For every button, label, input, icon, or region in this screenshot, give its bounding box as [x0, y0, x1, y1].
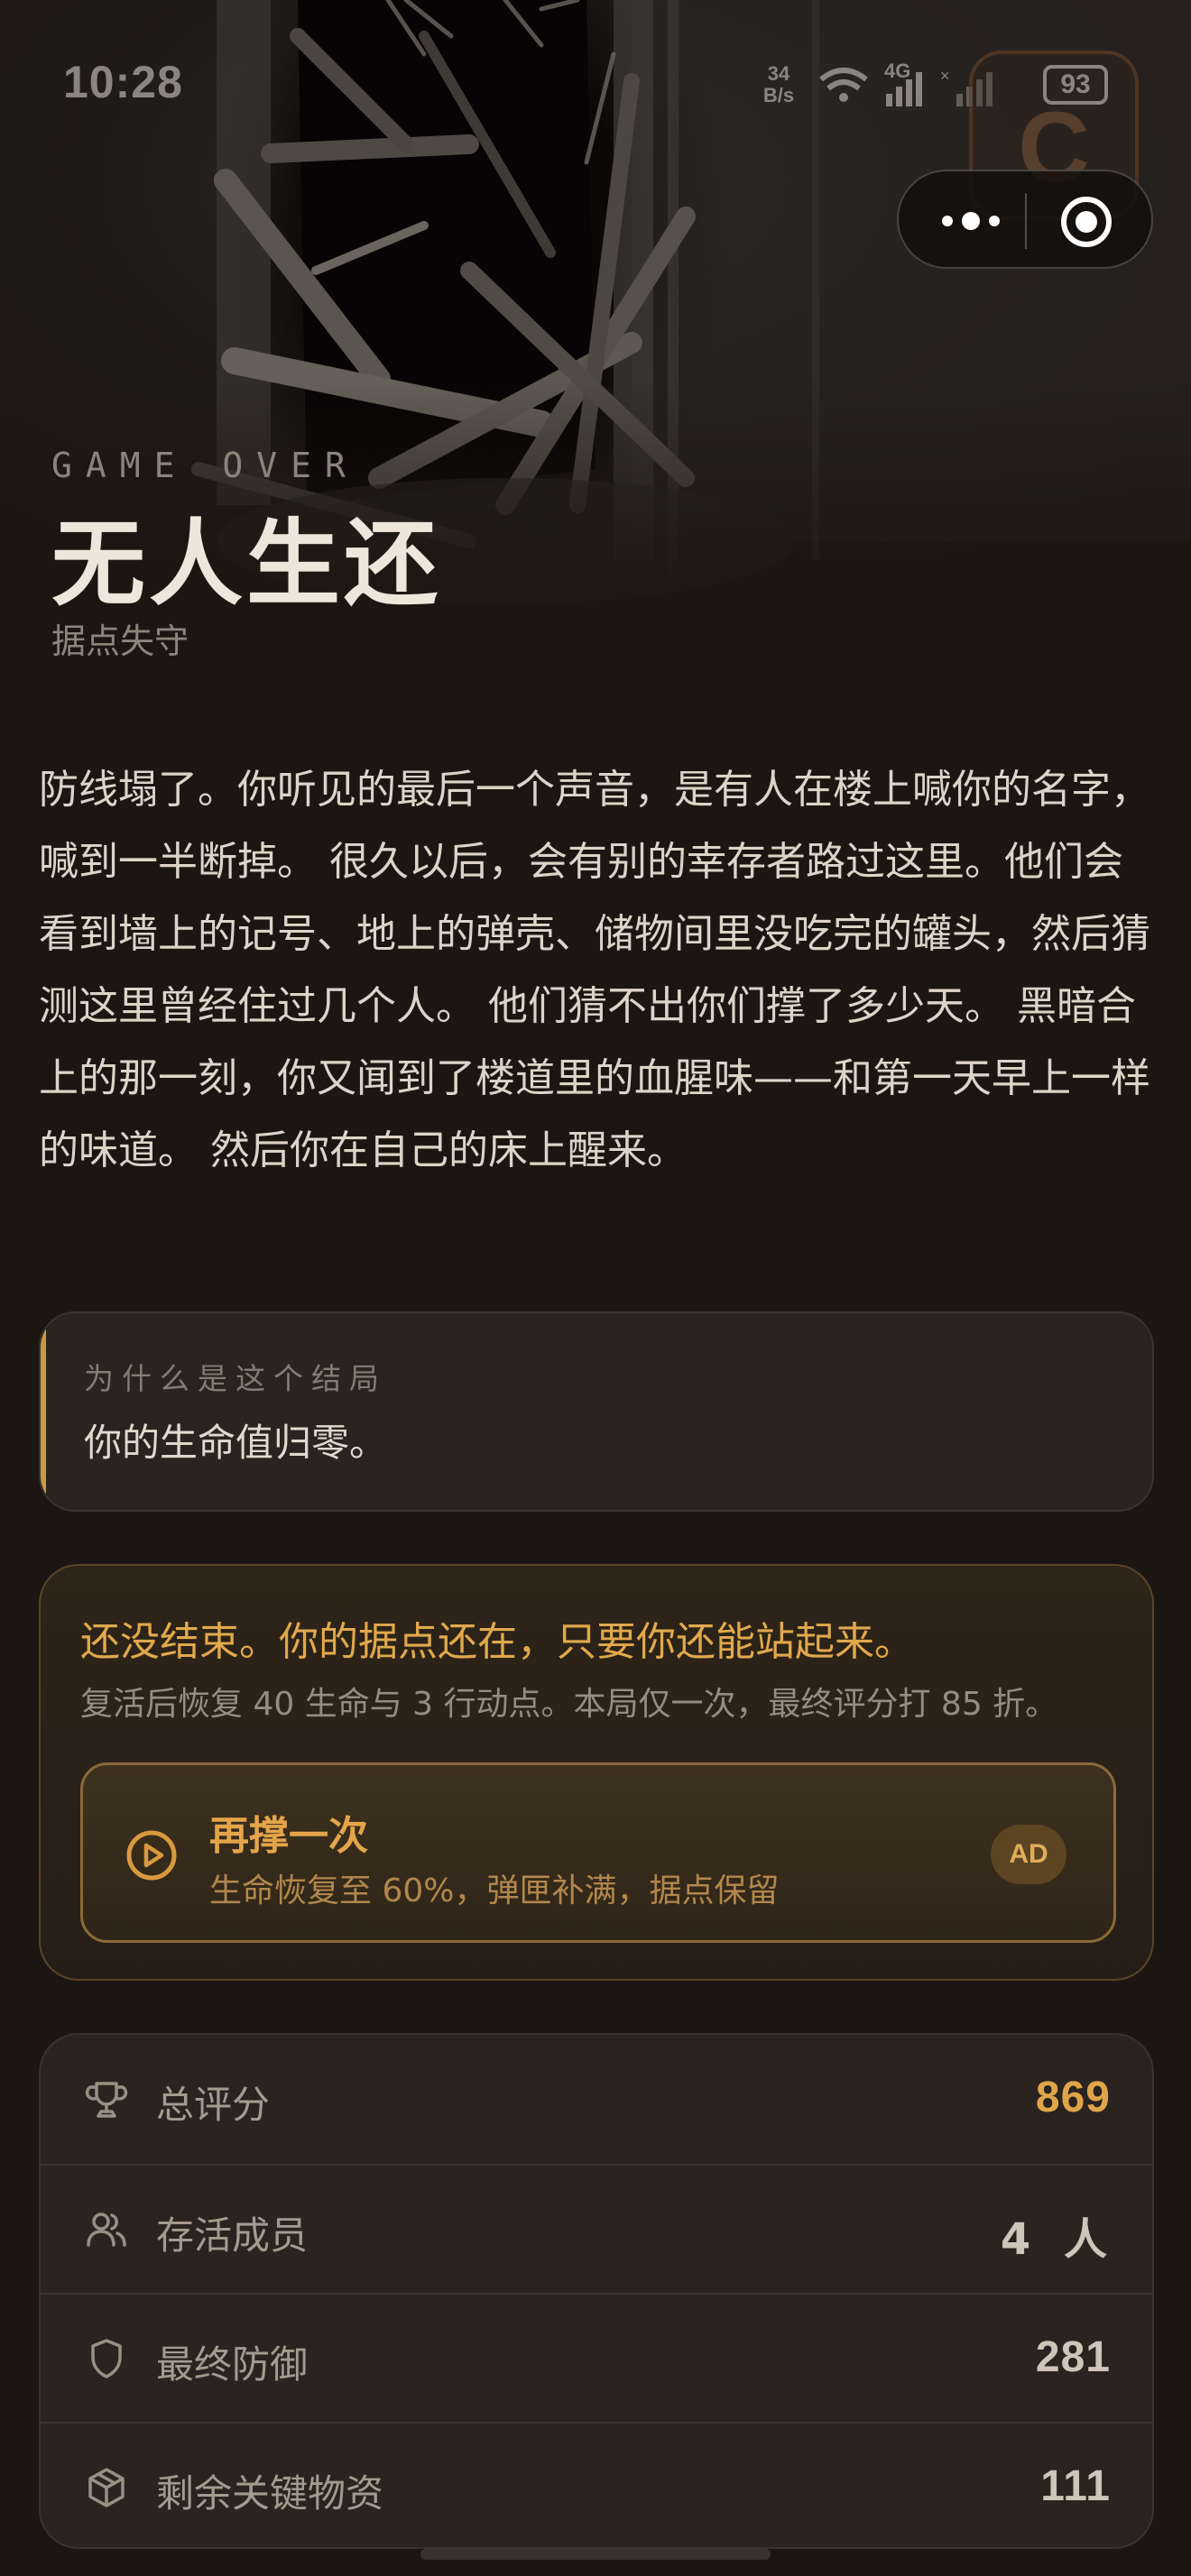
- miniprogram-capsule: [897, 170, 1153, 269]
- network-speed: 34 B/s: [756, 63, 801, 106]
- stat-row-supplies: 剩余关键物资 111: [41, 2422, 1152, 2547]
- network-type: 4G: [884, 60, 911, 82]
- stat-value: 111: [1040, 2462, 1111, 2510]
- wifi-icon: [819, 68, 868, 102]
- stat-label: 最终防御: [156, 2342, 309, 2387]
- stat-label: 存活成员: [156, 2213, 309, 2258]
- stats-card: 总评分 869 存活成员 4 人 最终防御 281 剩余关键物资 111: [39, 2033, 1154, 2549]
- stat-value: 281: [1035, 2333, 1111, 2381]
- network-speed-value: 34: [767, 62, 790, 85]
- capsule-divider: [1025, 193, 1027, 249]
- eyebrow-label: GAME OVER: [51, 446, 359, 485]
- stat-row-defense: 最终防御 281: [41, 2293, 1152, 2422]
- ad-badge: AD: [991, 1825, 1066, 1884]
- revive-button-title: 再撑一次: [209, 1813, 368, 1859]
- ending-reason-label: 为什么是这个结局: [84, 1361, 387, 1396]
- revive-ad-button[interactable]: 再撑一次 生命恢复至 60%，弹匣补满，据点保留 AD: [80, 1762, 1116, 1943]
- home-indicator: [420, 2549, 771, 2560]
- revive-card: 还没结束。你的据点还在，只要你还能站起来。 复活后恢复 40 生命与 3 行动点…: [39, 1564, 1154, 1981]
- stat-label: 剩余关键物资: [156, 2471, 384, 2516]
- ending-story: 防线塌了。你听见的最后一个声音，是有人在楼上喊你的名字，喊到一半断掉。 很久以后…: [39, 767, 1150, 1173]
- revive-description: 复活后恢复 40 生命与 3 行动点。本局仅一次，最终评分打 85 折。: [80, 1686, 1058, 1723]
- ending-reason-text: 你的生命值归零。: [84, 1421, 388, 1465]
- play-circle-icon: [126, 1830, 177, 1881]
- stat-value: 4 人: [1000, 2214, 1116, 2265]
- ending-reason-card: 为什么是这个结局 你的生命值归零。: [39, 1311, 1154, 1512]
- page-subtitle: 据点失守: [51, 621, 189, 661]
- status-time: 10:28: [63, 57, 183, 107]
- stat-label: 总评分: [156, 2083, 271, 2127]
- trophy-icon: [85, 2082, 128, 2118]
- users-icon: [87, 2213, 126, 2247]
- stat-value: 869: [1035, 2074, 1111, 2121]
- revive-headline: 还没结束。你的据点还在，只要你还能站起来。: [80, 1619, 914, 1665]
- more-dots-icon[interactable]: [926, 189, 1016, 253]
- revive-button-subtitle: 生命恢复至 60%，弹匣补满，据点保留: [209, 1872, 780, 1909]
- stat-row-score: 总评分 869: [41, 2035, 1152, 2164]
- page-title: 无人生还: [51, 509, 442, 619]
- shield-icon: [91, 2339, 122, 2378]
- network-speed-unit: B/s: [762, 84, 795, 106]
- battery-indicator: 93: [1043, 65, 1108, 105]
- package-icon: [88, 2468, 125, 2507]
- stat-row-survivors: 存活成员 4 人: [41, 2164, 1152, 2293]
- svg-text:×: ×: [940, 67, 950, 85]
- close-circle-icon[interactable]: [1061, 197, 1112, 247]
- accent-bar: [41, 1326, 46, 1501]
